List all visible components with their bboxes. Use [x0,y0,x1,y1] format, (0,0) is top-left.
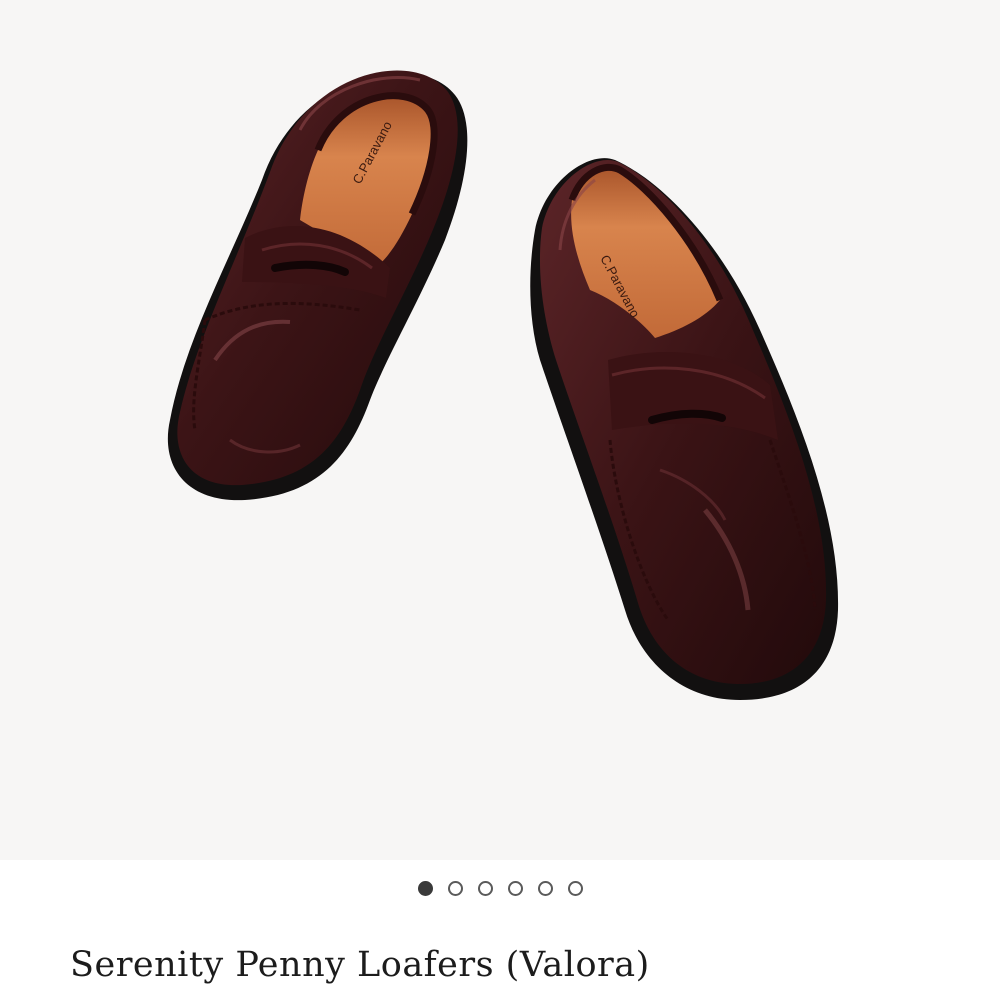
slide-dot-4[interactable] [507,881,523,896]
product-title: Serenity Penny Loafers (Valora) [70,945,650,985]
right-loafer: C.Paravano [530,158,839,700]
slide-dot-2[interactable] [447,881,463,896]
product-photo: C.Paravano C.Paravano [167,70,839,700]
slide-dot-5[interactable] [537,881,553,896]
slide-dot-3[interactable] [477,881,493,896]
slide-dot-6[interactable] [567,881,583,896]
gallery-pagination [0,877,1000,901]
left-loafer: C.Paravano [167,70,468,501]
product-image-gallery[interactable]: C.Paravano C.Paravano [0,0,1000,860]
slide-dot-1[interactable] [417,881,433,896]
